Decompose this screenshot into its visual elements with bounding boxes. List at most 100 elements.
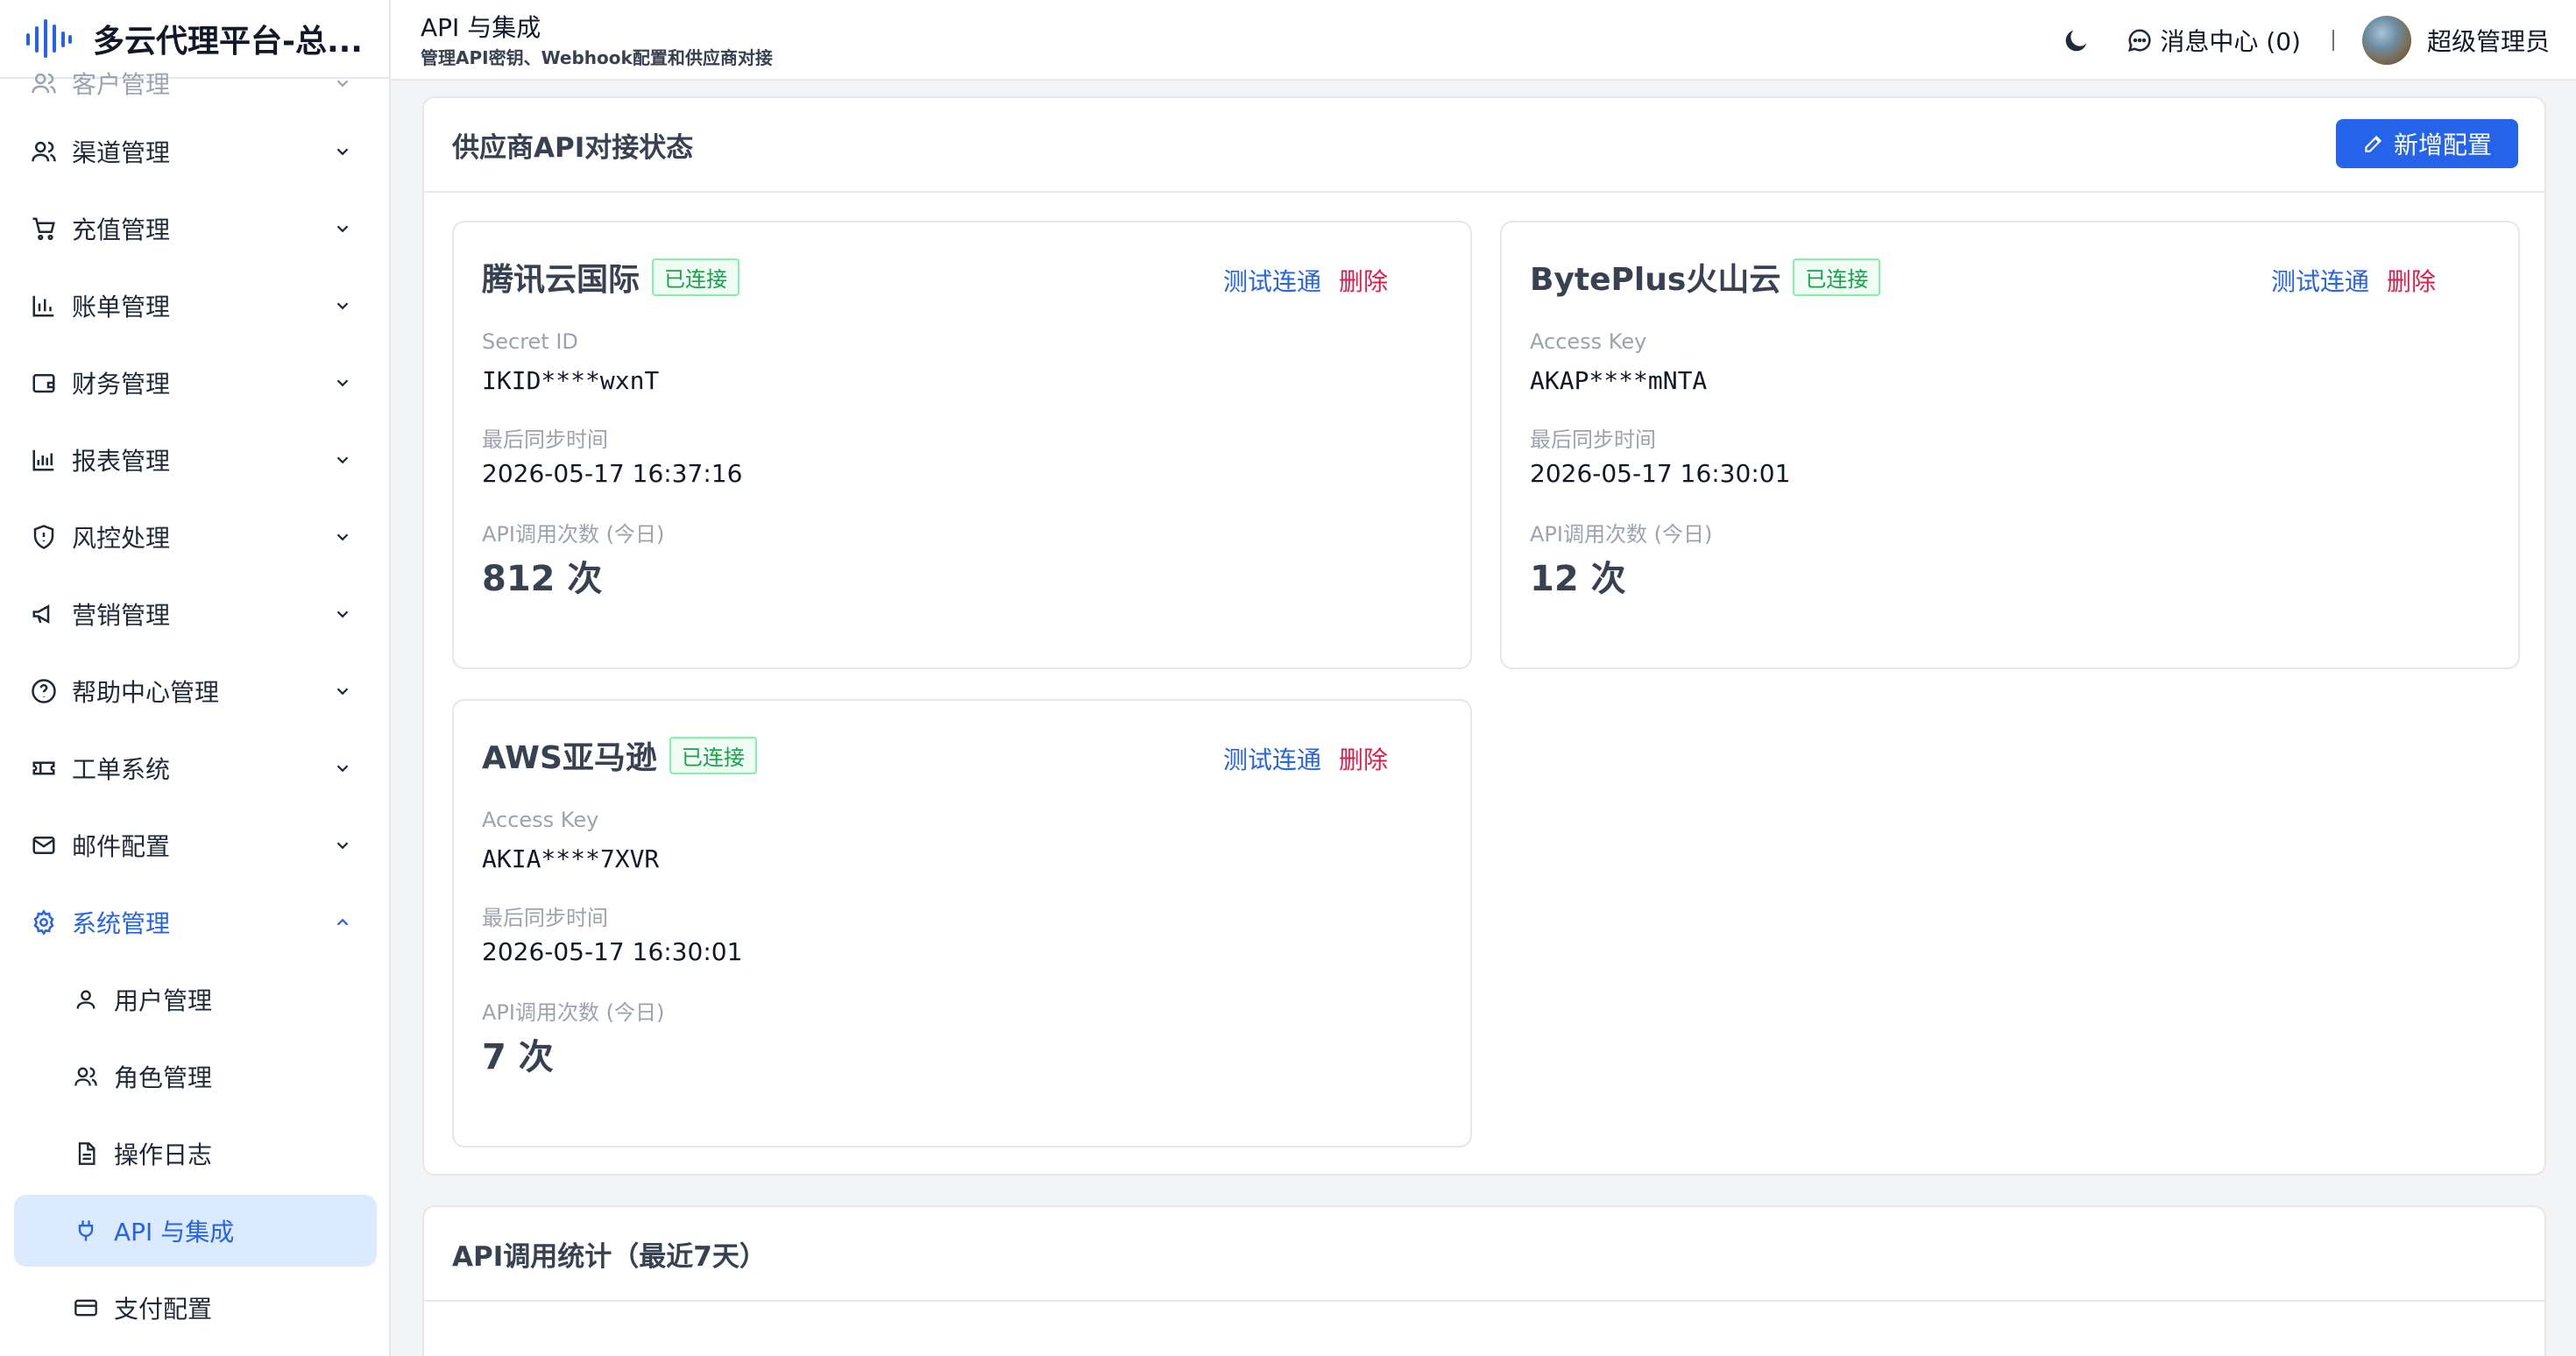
sidebar-item-label: 系统管理 [72, 909, 171, 938]
chevron-down-icon [329, 447, 356, 473]
api-stats-panel-title: API调用统计（最近7天） [452, 1240, 767, 1273]
message-center-label: 消息中心 (0) [2160, 27, 2301, 56]
sidebar-item-risk[interactable]: 风控处理 [14, 501, 377, 573]
sidebar-item-label: 风控处理 [72, 524, 171, 553]
vendor-name: 腾讯云国际 已连接 [482, 254, 740, 300]
chevron-down-icon [329, 138, 356, 165]
sidebar-subitem-api-integration[interactable]: API 与集成 [14, 1195, 377, 1267]
sidebar-item-mail-config[interactable]: 邮件配置 [14, 809, 377, 881]
header-divider [2332, 30, 2334, 51]
cart-icon [28, 213, 60, 244]
sidebar-item-label: 操作日志 [114, 1141, 213, 1169]
sidebar-subitem-payment-config[interactable]: 支付配置 [14, 1272, 377, 1344]
app-root: 多云代理平台-总... 客户管理 渠道管理 充值管理 账单管理 财务管理 报表管… [0, 0, 2576, 1356]
test-connection-button[interactable]: 测试连通 [1223, 263, 1321, 298]
vendor-card: 腾讯云国际 已连接 测试连通 删除 Secret ID IKID****wxnT… [452, 221, 1472, 669]
sidebar-item-finance[interactable]: 财务管理 [14, 347, 377, 419]
sidebar-item-tickets[interactable]: 工单系统 [14, 732, 377, 804]
vendor-name-text: 腾讯云国际 [482, 262, 640, 298]
sidebar-item-label: 渠道管理 [72, 138, 171, 167]
bar-chart-icon [28, 444, 60, 476]
plug-icon [70, 1215, 102, 1247]
pencil-icon [2365, 135, 2382, 152]
moon-icon[interactable] [2062, 25, 2091, 55]
user-icon [70, 984, 102, 1015]
key-value: AKAP****mNTA [1530, 366, 1708, 395]
sidebar-item-reports[interactable]: 报表管理 [14, 424, 377, 496]
header-actions: 消息中心 (0) 超级管理员 [2062, 0, 2550, 81]
message-center-button[interactable]: 消息中心 (0) [2127, 23, 2301, 58]
status-badge: 已连接 [669, 736, 757, 774]
chevron-down-icon [329, 755, 356, 781]
wallet-icon [28, 367, 60, 399]
calls-label: API调用次数 (今日) [1530, 522, 1713, 547]
sync-label: 最后同步时间 [482, 906, 608, 930]
delete-button[interactable]: 删除 [1339, 741, 1388, 776]
key-label: Access Key [1530, 329, 1647, 354]
user-name[interactable]: 超级管理员 [2427, 23, 2550, 58]
sync-value: 2026-05-17 16:30:01 [482, 937, 743, 966]
megaphone-icon [28, 598, 60, 630]
chevron-down-icon [329, 832, 356, 858]
chevron-up-icon [329, 909, 356, 936]
sidebar-item-label: API 与集成 [114, 1218, 235, 1247]
page-title: API 与集成 [421, 13, 541, 42]
page-subtitle: 管理API密钥、Webhook配置和供应商对接 [421, 47, 773, 68]
avatar[interactable] [2361, 16, 2411, 65]
sidebar-item-help-center[interactable]: 帮助中心管理 [14, 655, 377, 727]
chat-bubble-icon [2128, 29, 2151, 53]
sync-label: 最后同步时间 [1530, 427, 1656, 452]
vendor-card: BytePlus火山云 已连接 测试连通 删除 Access Key AKAP*… [1500, 221, 2520, 669]
bar-chart-icon [28, 290, 60, 321]
sidebar-item-channels[interactable]: 渠道管理 [14, 116, 377, 187]
sync-value: 2026-05-17 16:37:16 [482, 459, 743, 488]
delete-button[interactable]: 删除 [1339, 263, 1388, 298]
chevron-down-icon [329, 524, 356, 550]
sidebar: 多云代理平台-总... 客户管理 渠道管理 充值管理 账单管理 财务管理 报表管… [0, 0, 391, 1356]
sidebar-item-bills[interactable]: 账单管理 [14, 270, 377, 342]
sidebar-item-label: 报表管理 [72, 447, 171, 476]
sidebar-item-marketing[interactable]: 营销管理 [14, 578, 377, 650]
test-connection-button[interactable]: 测试连通 [1223, 741, 1321, 776]
sidebar-subitem-roles[interactable]: 角色管理 [14, 1041, 377, 1112]
sidebar-item-label: 工单系统 [72, 755, 171, 784]
top-header: API 与集成 管理API密钥、Webhook配置和供应商对接 消息中心 (0)… [391, 0, 2576, 81]
chevron-down-icon [329, 215, 356, 242]
sync-value: 2026-05-17 16:30:01 [1530, 459, 1791, 488]
key-label: Secret ID [482, 329, 578, 354]
sidebar-item-recharge[interactable]: 充值管理 [14, 193, 377, 265]
test-connection-button[interactable]: 测试连通 [2271, 263, 2369, 298]
vendor-name-text: AWS亚马逊 [482, 740, 657, 776]
sidebar-item-label: 用户管理 [114, 986, 213, 1015]
users-icon [28, 136, 60, 167]
users-icon [28, 67, 60, 99]
key-label: Access Key [482, 808, 599, 832]
sidebar-subitem-users[interactable]: 用户管理 [14, 964, 377, 1035]
key-value: AKIA****7XVR [482, 844, 660, 873]
vendors-panel: 供应商API对接状态 新增配置 腾讯云国际 已连接 测试连通 删除 Secret… [422, 96, 2546, 1176]
sidebar-subitem-audit-log[interactable]: 操作日志 [14, 1118, 377, 1190]
sidebar-item-label: 营销管理 [72, 601, 171, 630]
chevron-down-icon [329, 601, 356, 627]
status-badge: 已连接 [652, 258, 740, 296]
sidebar-item-system[interactable]: 系统管理 [14, 886, 377, 958]
key-value: IKID****wxnT [482, 366, 660, 395]
card-icon [70, 1292, 102, 1324]
sidebar-item-label: 财务管理 [72, 370, 171, 399]
delete-button[interactable]: 删除 [2387, 263, 2436, 298]
vendor-name: BytePlus火山云 已连接 [1530, 254, 1881, 300]
mail-icon [28, 830, 60, 861]
sidebar-item-customers[interactable]: 客户管理 [14, 47, 377, 119]
calls-label: API调用次数 (今日) [482, 522, 665, 547]
api-stats-panel-header: API调用统计（最近7天） [424, 1207, 2544, 1302]
status-badge: 已连接 [1793, 258, 1881, 296]
gear-icon [28, 907, 60, 938]
shield-icon [28, 521, 60, 553]
add-config-button[interactable]: 新增配置 [2336, 119, 2518, 168]
vendor-card: AWS亚马逊 已连接 测试连通 删除 Access Key AKIA****7X… [452, 699, 1472, 1148]
vendors-panel-title: 供应商API对接状态 [452, 131, 694, 164]
sidebar-item-label: 支付配置 [114, 1295, 213, 1324]
calls-value: 812 次 [482, 559, 603, 599]
chevron-down-icon [329, 293, 356, 319]
sidebar-item-label: 客户管理 [72, 70, 171, 99]
